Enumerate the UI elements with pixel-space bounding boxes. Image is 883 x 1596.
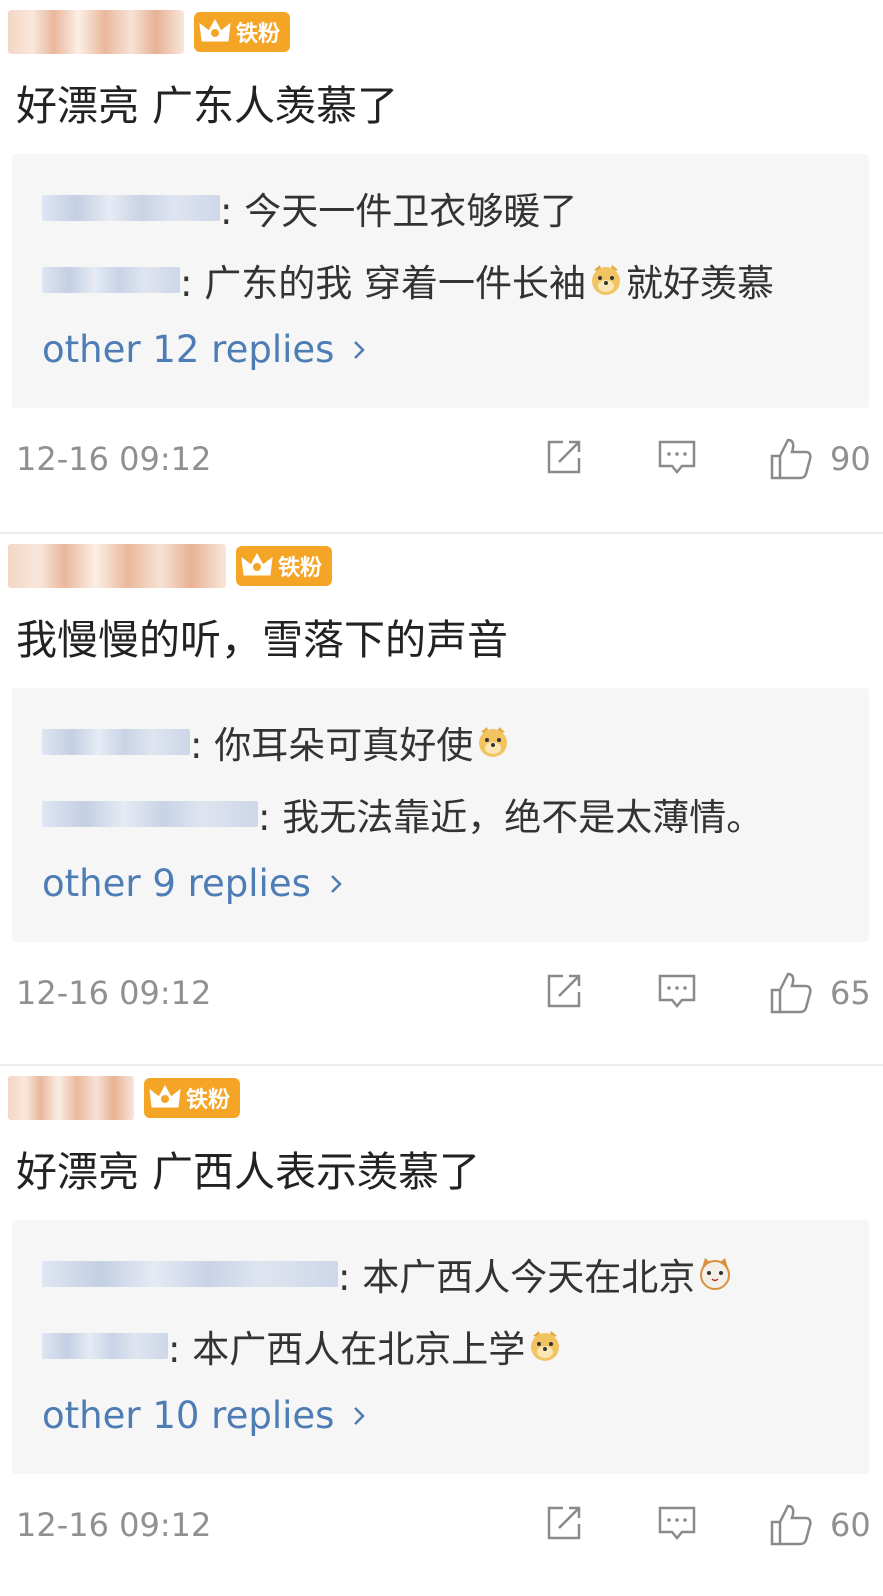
timestamp: 12-16 09:12 — [16, 440, 212, 478]
doge-emoji-icon — [531, 1331, 560, 1361]
reply-text: : 你耳朵可真好使 — [190, 724, 474, 767]
reply-box[interactable]: : 你耳朵可真好使 : 我无法靠近，绝不是太薄情。 other 9 replie… — [12, 688, 869, 942]
reply-item[interactable]: : 本广西人今天在北京 — [42, 1244, 735, 1304]
comment-footer: 12-16 09:12 60 — [0, 1496, 883, 1556]
more-replies-label: other 10 replies — [42, 1394, 335, 1437]
reply-text: : 今天一件卫衣够暖了 — [220, 190, 578, 233]
chevron-right-icon — [331, 874, 342, 893]
thumbs-up-icon — [770, 438, 812, 480]
reply-box[interactable]: : 本广西人今天在北京 : 本广西人在北京上学 other 10 replies — [12, 1220, 869, 1474]
reply-item[interactable]: : 本广西人在北京上学 — [42, 1316, 565, 1376]
thumbs-up-icon — [770, 972, 812, 1014]
comment-icon[interactable] — [656, 1502, 698, 1544]
crown-icon — [199, 18, 231, 42]
reply-item[interactable]: : 你耳朵可真好使 — [42, 712, 513, 772]
reply-item[interactable]: : 广东的我 穿着一件长袖 就好羡慕 — [42, 250, 774, 310]
fan-badge[interactable]: 铁粉 — [194, 12, 291, 52]
comment-card: 铁粉 我慢慢的听，雪落下的声音 : 你耳朵可真好使 : 我无法靠近，绝不是太薄情… — [0, 532, 883, 1064]
like-count: 65 — [830, 974, 871, 1012]
blurred-reply-username[interactable] — [42, 195, 220, 221]
reply-text: : 本广西人在北京上学 — [168, 1328, 526, 1371]
more-replies-link[interactable]: other 10 replies — [42, 1394, 366, 1437]
like-count: 60 — [830, 1506, 871, 1544]
comment-text: 好漂亮 广西人表示羡慕了 — [16, 1148, 481, 1196]
cat-emoji-icon — [700, 1258, 731, 1290]
reply-text: : 广东的我 穿着一件长袖 — [180, 262, 586, 305]
fan-badge[interactable]: 铁粉 — [236, 546, 333, 586]
like-button[interactable]: 90 — [768, 436, 871, 482]
crown-icon — [149, 1084, 181, 1108]
share-icon[interactable] — [543, 970, 585, 1012]
timestamp: 12-16 09:12 — [16, 1506, 212, 1544]
fan-badge-label: 铁粉 — [186, 1088, 231, 1113]
blurred-reply-username[interactable] — [42, 267, 180, 293]
reply-text-tail: 就好羡慕 — [626, 262, 774, 305]
share-icon[interactable] — [543, 436, 585, 478]
reply-text: : 本广西人今天在北京 — [338, 1256, 696, 1299]
more-replies-link[interactable]: other 12 replies — [42, 328, 366, 371]
fan-badge[interactable]: 铁粉 — [144, 1078, 241, 1118]
comment-header: 铁粉 — [0, 6, 291, 58]
share-icon[interactable] — [543, 1502, 585, 1544]
fan-badge-label: 铁粉 — [278, 556, 323, 581]
more-replies-label: other 9 replies — [42, 862, 311, 905]
comment-header: 铁粉 — [0, 1072, 241, 1124]
doge-emoji-icon — [479, 727, 508, 757]
like-button[interactable]: 60 — [768, 1502, 871, 1548]
blurred-reply-username[interactable] — [42, 1261, 338, 1287]
thumbs-up-icon — [770, 1504, 812, 1546]
chevron-right-icon — [354, 340, 366, 359]
comment-text: 我慢慢的听，雪落下的声音 — [16, 616, 508, 664]
fan-badge-label: 铁粉 — [236, 22, 281, 47]
blurred-username[interactable] — [8, 10, 184, 54]
doge-emoji-icon — [592, 265, 620, 295]
reply-text: : 我无法靠近，绝不是太薄情。 — [258, 796, 764, 839]
chevron-right-icon — [354, 1406, 366, 1425]
reply-box[interactable]: : 今天一件卫衣够暖了 : 广东的我 穿着一件长袖 就好羡慕 other 12 … — [12, 154, 869, 408]
blurred-reply-username[interactable] — [42, 729, 190, 755]
timestamp: 12-16 09:12 — [16, 974, 212, 1012]
crown-icon — [241, 552, 273, 576]
blurred-username[interactable] — [8, 1076, 134, 1120]
more-replies-label: other 12 replies — [42, 328, 335, 371]
comment-header: 铁粉 — [0, 540, 333, 592]
comment-card: 铁粉 好漂亮 广东人羡慕了 : 今天一件卫衣够暖了 : 广东的我 穿着一件长袖 … — [0, 0, 883, 532]
comment-icon[interactable] — [656, 436, 698, 478]
like-button[interactable]: 65 — [768, 970, 871, 1016]
blurred-reply-username[interactable] — [42, 801, 258, 827]
comment-text: 好漂亮 广东人羡慕了 — [16, 82, 399, 130]
comment-icon[interactable] — [656, 970, 698, 1012]
comment-card: 铁粉 好漂亮 广西人表示羡慕了 : 本广西人今天在北京 : 本广西人在北京上学 … — [0, 1064, 883, 1596]
comment-footer: 12-16 09:12 90 — [0, 430, 883, 490]
comment-footer: 12-16 09:12 65 — [0, 964, 883, 1024]
blurred-username[interactable] — [8, 544, 226, 588]
like-count: 90 — [830, 440, 871, 478]
blurred-reply-username[interactable] — [42, 1333, 168, 1359]
reply-item[interactable]: : 我无法靠近，绝不是太薄情。 — [42, 784, 763, 844]
reply-item[interactable]: : 今天一件卫衣够暖了 — [42, 178, 577, 238]
more-replies-link[interactable]: other 9 replies — [42, 862, 343, 905]
